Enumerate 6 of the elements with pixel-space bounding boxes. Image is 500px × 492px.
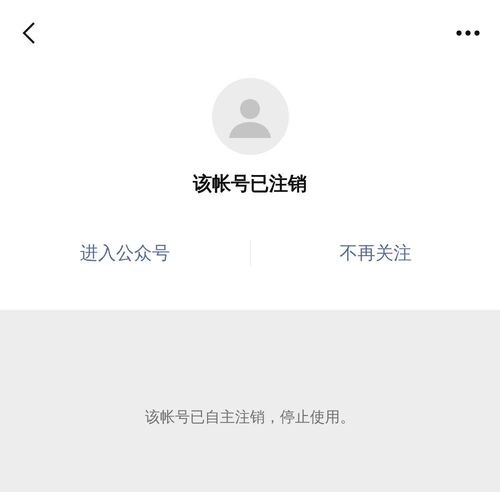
action-link[interactable]: 进入公众号 bbox=[0, 235, 250, 271]
account-name: 该帐号已注销 bbox=[193, 172, 307, 197]
more-icon bbox=[456, 30, 480, 36]
notice-text: 该帐号已自主注销，停止使用。 bbox=[145, 408, 355, 428]
back-icon bbox=[22, 21, 36, 45]
action-link[interactable]: 不再关注 bbox=[250, 235, 500, 271]
